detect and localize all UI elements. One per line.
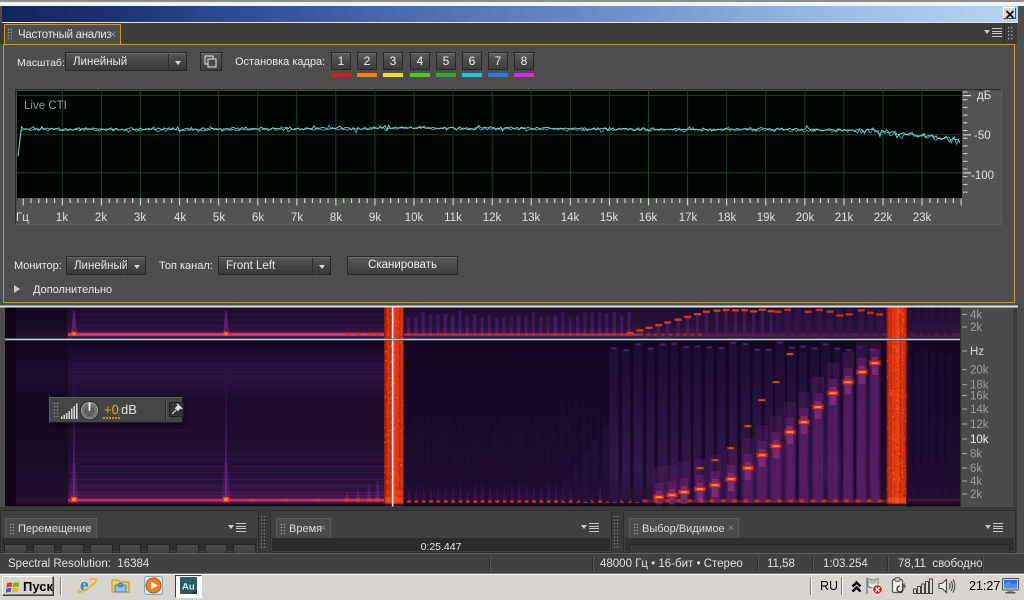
svg-text:14k: 14k — [561, 212, 580, 224]
svg-text:4k: 4k — [970, 476, 982, 488]
svg-text:Live CTI: Live CTI — [24, 100, 67, 112]
svg-text:12k: 12k — [970, 419, 989, 431]
svg-text:12k: 12k — [483, 212, 502, 224]
svg-text:8k: 8k — [330, 212, 342, 224]
svg-text:11k: 11k — [444, 212, 462, 224]
svg-text:21k: 21k — [835, 212, 854, 224]
svg-text:7k: 7k — [291, 212, 303, 224]
svg-text:5k: 5k — [213, 212, 225, 224]
svg-text:13k: 13k — [522, 212, 541, 224]
svg-text:-100: -100 — [971, 170, 994, 182]
svg-text:дБ: дБ — [977, 90, 991, 102]
svg-text:2k: 2k — [970, 489, 982, 501]
svg-text:4k: 4k — [174, 212, 186, 224]
svg-text:4k: 4k — [970, 310, 982, 322]
svg-text:6k: 6k — [970, 463, 982, 475]
svg-text:e: e — [80, 575, 88, 596]
svg-text:Au: Au — [182, 582, 195, 593]
svg-text:17k: 17k — [679, 212, 698, 224]
svg-text:8k: 8k — [970, 449, 982, 461]
svg-text:9k: 9k — [369, 212, 381, 224]
svg-text:Гц: Гц — [16, 212, 29, 224]
svg-text:1k: 1k — [56, 212, 68, 224]
svg-text:10k: 10k — [405, 212, 424, 224]
svg-text:3k: 3k — [134, 212, 146, 224]
svg-text:10k: 10k — [970, 434, 989, 446]
svg-text:20k: 20k — [970, 365, 989, 377]
svg-text:19k: 19k — [757, 212, 776, 224]
svg-text:2k: 2k — [970, 322, 982, 334]
svg-text:16k: 16k — [970, 391, 989, 403]
svg-text:22k: 22k — [874, 212, 893, 224]
svg-text:Hz: Hz — [970, 346, 984, 358]
svg-text:6k: 6k — [252, 212, 264, 224]
svg-text:-50: -50 — [974, 130, 991, 142]
svg-text:18k: 18k — [718, 212, 737, 224]
svg-text:2k: 2k — [95, 212, 107, 224]
svg-text:23k: 23k — [913, 212, 932, 224]
svg-text:20k: 20k — [796, 212, 815, 224]
svg-text:16k: 16k — [639, 212, 658, 224]
svg-text:14k: 14k — [970, 404, 989, 416]
svg-text:15k: 15k — [600, 212, 619, 224]
